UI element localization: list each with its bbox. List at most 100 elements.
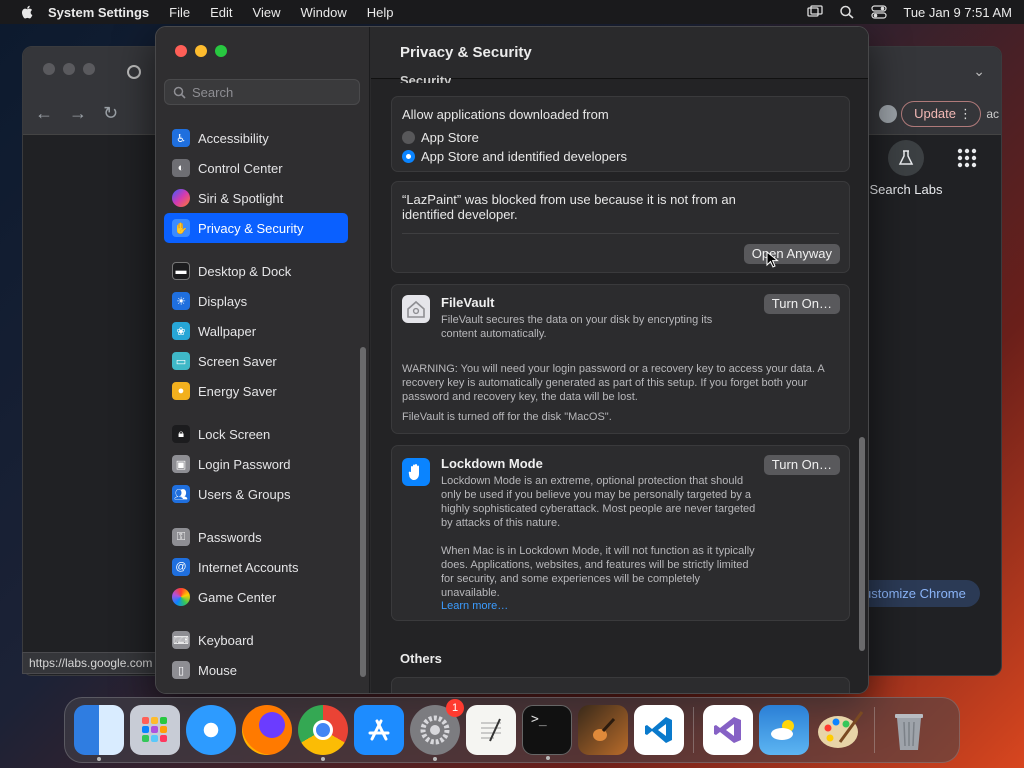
- sidebar-item-displays[interactable]: ☀ Displays: [164, 286, 348, 316]
- sidebar-item-game-center[interactable]: Game Center: [164, 582, 348, 612]
- open-anyway-button[interactable]: Open Anyway: [743, 244, 840, 264]
- sidebar-item-users-groups[interactable]: 👥︎ Users & Groups: [164, 479, 348, 509]
- sidebar-item-label: Mouse: [198, 662, 238, 678]
- reload-icon[interactable]: ↻: [103, 103, 118, 124]
- keyboard-icon: ⌨: [172, 631, 190, 649]
- chevron-down-icon[interactable]: ⌄: [973, 63, 985, 80]
- content-scrollbar[interactable]: [859, 437, 865, 651]
- menu-edit[interactable]: Edit: [210, 5, 232, 20]
- chrome-window-controls[interactable]: [43, 63, 95, 75]
- customize-chrome-button[interactable]: ustomize Chrome: [850, 580, 980, 607]
- settings-sidebar: Search ♿ Accessibility ◐ Control Center …: [156, 27, 370, 693]
- filevault-description: FileVault secures the data on your disk …: [441, 314, 713, 340]
- mouse-pointer-icon: [766, 251, 779, 268]
- chrome-update-button[interactable]: Update: [901, 101, 981, 127]
- screen-mirroring-icon[interactable]: [807, 5, 824, 19]
- radio-label: App Store: [421, 130, 479, 145]
- close-button[interactable]: [175, 45, 187, 57]
- sidebar-item-screen-saver[interactable]: ▭ Screen Saver: [164, 346, 348, 376]
- search-placeholder: Search: [192, 84, 234, 100]
- menu-file[interactable]: File: [169, 5, 190, 20]
- terminal-icon[interactable]: >_: [522, 705, 572, 760]
- google-apps-grid-icon[interactable]: [957, 148, 977, 168]
- sidebar-item-control-center[interactable]: ◐ Control Center: [164, 153, 348, 183]
- sidebar-item-label: Siri & Spotlight: [198, 190, 284, 206]
- search-labs-label: Search Labs: [869, 182, 943, 197]
- app-store-icon[interactable]: [354, 705, 404, 755]
- lockdown-turn-on-button[interactable]: Turn On…: [763, 455, 840, 475]
- sidebar-item-internet-accounts[interactable]: @ Internet Accounts: [164, 552, 348, 582]
- siri-icon: [172, 189, 190, 207]
- dock-separator: [693, 707, 694, 753]
- garageband-icon[interactable]: [578, 705, 628, 755]
- sidebar-item-desktop-dock[interactable]: ▬ Desktop & Dock: [164, 256, 348, 286]
- paintbrush-icon[interactable]: [815, 705, 865, 755]
- textedit-icon[interactable]: [466, 705, 516, 755]
- radio-app-store[interactable]: App Store: [402, 128, 839, 147]
- screen-saver-icon: ▭: [172, 352, 190, 370]
- filevault-turn-on-button[interactable]: Turn On…: [763, 294, 840, 314]
- sidebar-item-label: Desktop & Dock: [198, 263, 292, 279]
- sidebar-item-login-password[interactable]: ▣ Login Password: [164, 449, 348, 479]
- chrome-tab-favicon-icon[interactable]: [127, 65, 141, 79]
- sidebar-item-label: Wallpaper: [198, 323, 257, 339]
- sidebar-scrollbar[interactable]: [360, 347, 366, 677]
- search-icon: [173, 86, 186, 99]
- profile-avatar-icon[interactable]: [879, 105, 897, 123]
- menu-window[interactable]: Window: [300, 5, 346, 20]
- launchpad-icon[interactable]: [130, 705, 180, 755]
- system-settings-icon[interactable]: 1: [410, 699, 464, 761]
- status-bar-url: https://labs.google.com: [22, 652, 162, 674]
- sidebar-item-privacy-security[interactable]: ✋ Privacy & Security: [164, 213, 348, 243]
- flask-icon: [888, 140, 924, 176]
- vscode-icon[interactable]: [634, 705, 684, 755]
- finder-icon[interactable]: [74, 705, 124, 761]
- menu-help[interactable]: Help: [367, 5, 394, 20]
- chrome-truncated-text: ac: [986, 107, 999, 121]
- chrome-icon[interactable]: [298, 705, 348, 761]
- learn-more-link[interactable]: Learn more…: [441, 600, 508, 612]
- hand-icon: ✋: [172, 219, 190, 237]
- radio-app-store-identified[interactable]: App Store and identified developers: [402, 147, 839, 166]
- filevault-house-icon: [402, 295, 430, 323]
- sidebar-item-accessibility[interactable]: ♿ Accessibility: [164, 123, 348, 153]
- key-icon: ⚿: [172, 528, 190, 546]
- zoom-button[interactable]: [215, 45, 227, 57]
- sidebar-item-siri-spotlight[interactable]: Siri & Spotlight: [164, 183, 348, 213]
- radio-button-selected[interactable]: [402, 150, 415, 163]
- sidebar-item-wallpaper[interactable]: ❀ Wallpaper: [164, 316, 348, 346]
- allow-apps-card: Allow applications downloaded from App S…: [391, 96, 850, 172]
- menu-view[interactable]: View: [253, 5, 281, 20]
- back-arrow-icon[interactable]: ←: [35, 103, 53, 124]
- allow-apps-label: Allow applications downloaded from: [402, 107, 609, 122]
- sidebar-item-label: Users & Groups: [198, 486, 291, 502]
- menu-app-name[interactable]: System Settings: [48, 5, 149, 20]
- trash-icon[interactable]: [884, 705, 934, 755]
- search-labs-shortcut[interactable]: Search Labs: [856, 140, 956, 197]
- forward-arrow-icon[interactable]: →: [69, 103, 87, 124]
- safari-icon[interactable]: [186, 705, 236, 755]
- sidebar-item-label: Game Center: [198, 589, 277, 605]
- dock: 1 >_: [64, 697, 960, 763]
- apple-menu-icon[interactable]: [20, 5, 34, 19]
- control-center-icon[interactable]: [871, 5, 887, 19]
- lockdown-description-2: When Mac is in Lockdown Mode, it will no…: [441, 545, 755, 599]
- radio-button[interactable]: [402, 131, 415, 144]
- visual-studio-icon[interactable]: [703, 705, 753, 755]
- login-password-icon: ▣: [172, 455, 190, 473]
- accessibility-icon: ♿: [172, 129, 190, 147]
- window-controls: [175, 45, 227, 57]
- sidebar-item-passwords[interactable]: ⚿ Passwords: [164, 522, 348, 552]
- sidebar-item-keyboard[interactable]: ⌨ Keyboard: [164, 625, 348, 655]
- lock-icon: 🔒︎: [172, 425, 190, 443]
- sidebar-item-mouse[interactable]: ▯ Mouse: [164, 655, 348, 685]
- sidebar-item-energy-saver[interactable]: ● Energy Saver: [164, 376, 348, 406]
- sidebar-item-lock-screen[interactable]: 🔒︎ Lock Screen: [164, 419, 348, 449]
- weather-icon[interactable]: [759, 705, 809, 755]
- menu-clock[interactable]: Tue Jan 9 7:51 AM: [903, 5, 1012, 20]
- minimize-button[interactable]: [195, 45, 207, 57]
- notification-badge: 1: [446, 699, 464, 717]
- spotlight-search-icon[interactable]: [839, 5, 855, 19]
- firefox-icon[interactable]: [242, 705, 292, 755]
- sidebar-search-field[interactable]: Search: [164, 79, 360, 105]
